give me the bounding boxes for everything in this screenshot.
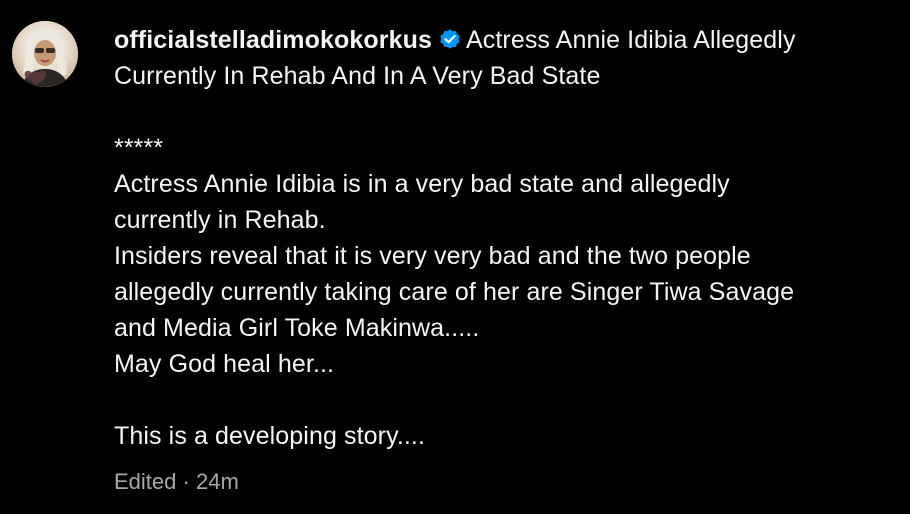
profile-photo <box>12 21 78 87</box>
caption-line: Insiders reveal that it is very very bad… <box>114 242 751 270</box>
post-meta: Edited · 24m <box>114 466 239 498</box>
caption-text: officialstelladimokokorkus Actress Annie … <box>114 22 904 454</box>
edited-label[interactable]: Edited <box>114 469 176 494</box>
caption-line: This is a developing story.... <box>114 422 426 450</box>
caption-line: Actress Annie Idibia is in a very bad st… <box>114 170 730 198</box>
caption-line: May God heal her... <box>114 350 335 378</box>
avatar[interactable] <box>12 21 78 87</box>
caption-line: and Media Girl Toke Makinwa..... <box>114 314 480 342</box>
caption-line: currently in Rehab. <box>114 206 326 234</box>
caption-line <box>114 382 904 418</box>
username-link[interactable]: officialstelladimokokorkus <box>114 26 432 54</box>
caption-first-line: officialstelladimokokorkus Actress Annie … <box>114 22 904 94</box>
caption-line <box>114 94 904 130</box>
timestamp[interactable]: 24m <box>196 469 239 494</box>
post-caption: officialstelladimokokorkus Actress Annie … <box>0 0 910 514</box>
caption-line: allegedly currently taking care of her a… <box>114 278 795 306</box>
meta-separator: · <box>182 469 190 494</box>
verified-badge-icon <box>438 27 462 51</box>
caption-line: ***** <box>114 134 164 162</box>
